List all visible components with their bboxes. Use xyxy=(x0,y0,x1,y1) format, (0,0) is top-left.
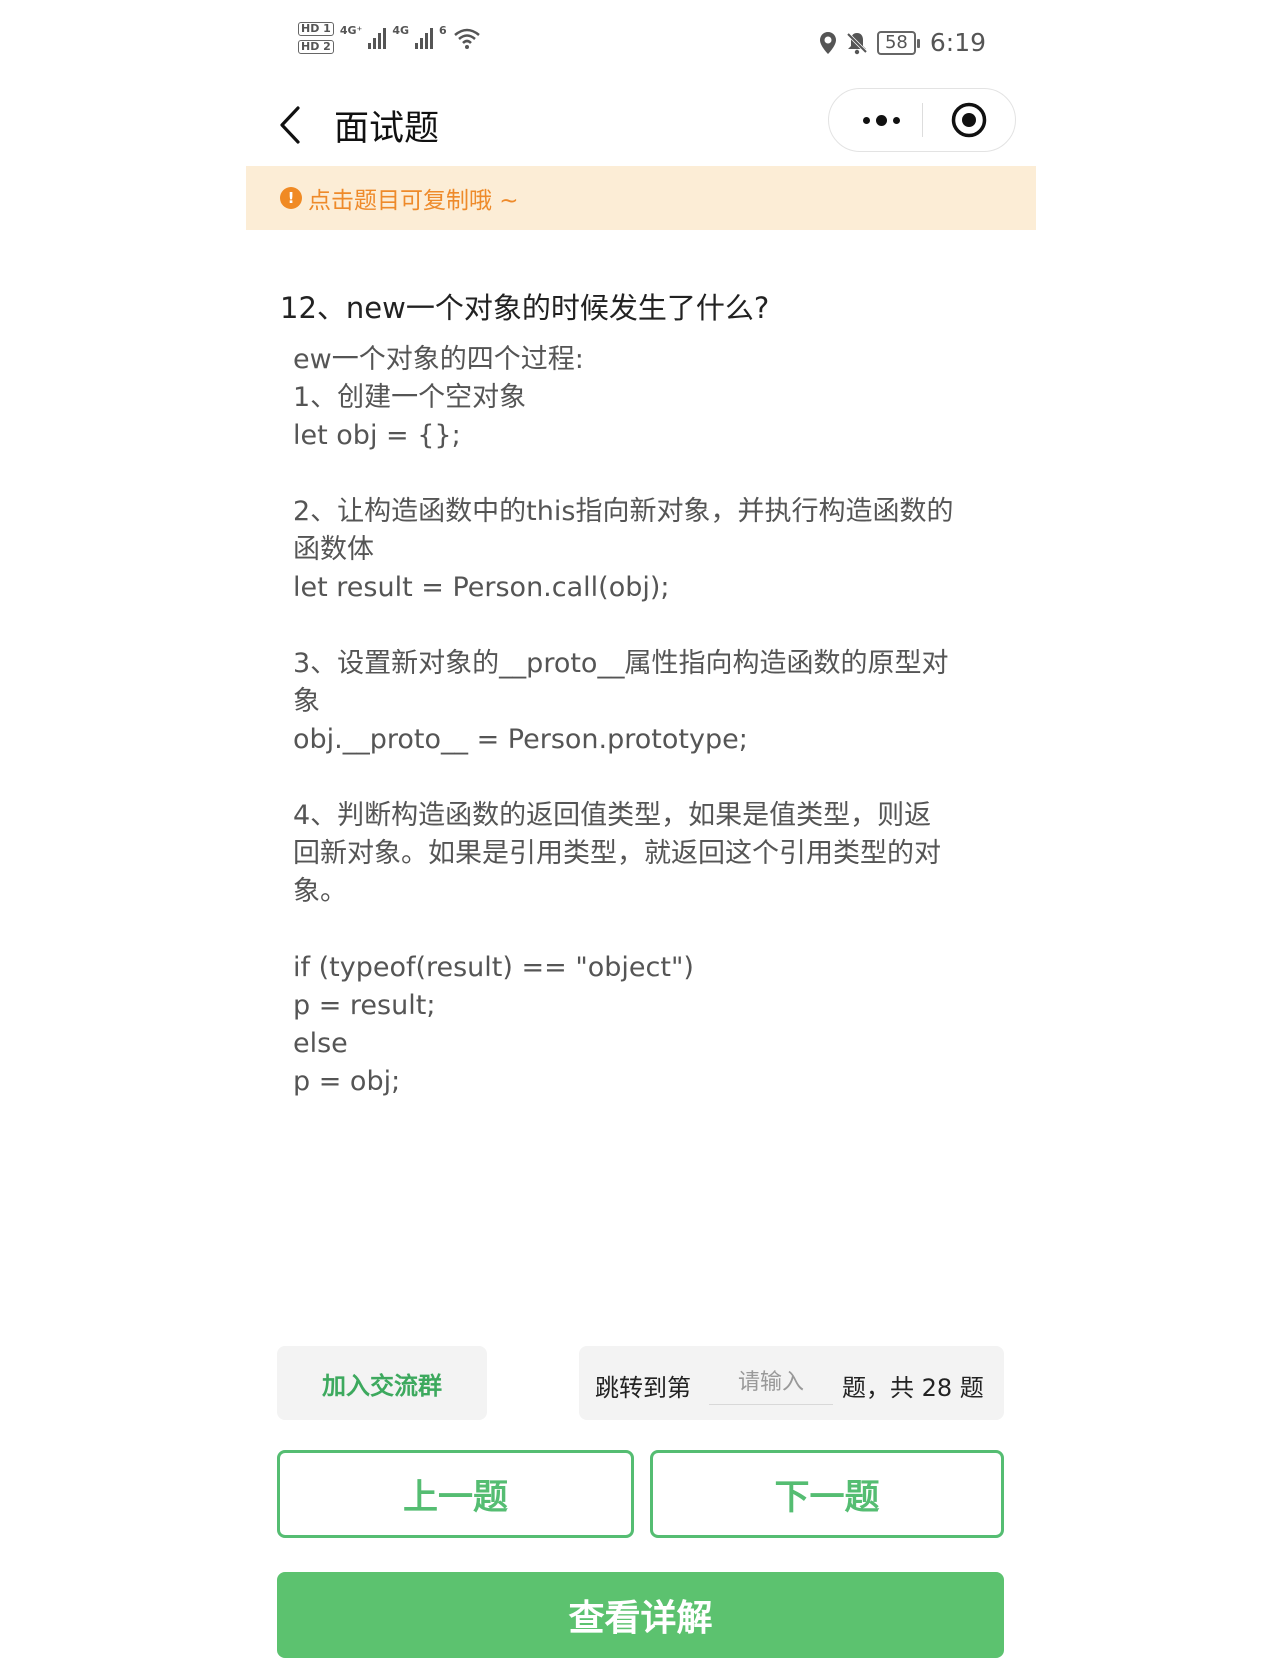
target-close-icon[interactable] xyxy=(939,89,999,151)
answer-line: p = result; xyxy=(293,990,436,1021)
next-question-button[interactable]: 下一题 xyxy=(650,1450,1004,1538)
answer-line xyxy=(293,607,993,645)
answer-line: 函数体 xyxy=(293,534,374,565)
question-number-input[interactable] xyxy=(709,1360,833,1405)
total-questions-label: 题，共 28 题 xyxy=(842,1374,984,1402)
answer-line: p = obj; xyxy=(293,1066,401,1097)
wifi-icon xyxy=(453,28,480,49)
answer-content: ew一个对象的四个过程: 1、创建一个空对象 let obj = {}; 2、让构造函… xyxy=(293,341,993,1101)
location-pin-icon xyxy=(819,31,836,54)
nav-bar: 面试题 xyxy=(246,86,1036,166)
answer-line: let obj = {}; xyxy=(293,420,461,451)
answer-line: else xyxy=(293,1028,348,1059)
chevron-left-icon[interactable] xyxy=(272,102,312,148)
answer-line: let result = Person.call(obj); xyxy=(293,572,670,603)
answer-line: 4、判断构造函数的返回值类型，如果是值类型，则返 xyxy=(293,800,932,831)
answer-line: 回新对象。如果是引用类型，就返回这个引用类型的对 xyxy=(293,838,941,869)
network-type-2: 4G xyxy=(392,23,410,37)
answer-line: 象 xyxy=(293,686,320,717)
capsule-divider xyxy=(922,103,923,137)
answer-line: 象。 xyxy=(293,876,347,907)
phone-screen: HD 1 HD 2 4G⁺ 4G 6 58 6:19 面试题 ! 点击题目可复制… xyxy=(246,0,1036,1677)
view-explanation-button[interactable]: 查看详解 xyxy=(277,1572,1004,1658)
join-group-button[interactable]: 加入交流群 xyxy=(277,1346,487,1420)
copy-tip-text: 点击题目可复制哦 ~ xyxy=(308,188,519,214)
answer-line: 3、设置新对象的__proto__属性指向构造函数的原型对 xyxy=(293,648,949,679)
bell-off-icon xyxy=(846,32,868,54)
answer-line xyxy=(293,455,993,493)
battery-level: 58 xyxy=(876,30,920,55)
clock: 6:19 xyxy=(929,28,986,57)
answer-line: 1、创建一个空对象 xyxy=(293,382,527,413)
more-dots-icon[interactable] xyxy=(851,89,911,151)
status-bar: HD 1 HD 2 4G⁺ 4G 6 58 6:19 xyxy=(246,0,1036,86)
jump-prefix-label: 跳转到第 xyxy=(595,1374,691,1402)
status-left: HD 1 HD 2 4G⁺ 4G 6 xyxy=(298,22,481,54)
answer-line: obj.__proto__ = Person.prototype; xyxy=(293,724,748,755)
answer-line xyxy=(293,759,993,797)
sim-indicators: HD 1 HD 2 xyxy=(298,22,334,54)
signal-bars-icon xyxy=(415,27,434,49)
mini-program-capsule xyxy=(828,88,1016,152)
question-title[interactable]: 12、new一个对象的时候发生了什么? xyxy=(280,285,769,327)
network-type-1: 4G⁺ xyxy=(339,23,363,37)
answer-line: ew一个对象的四个过程: xyxy=(293,344,584,375)
info-icon: ! xyxy=(280,187,302,209)
answer-line xyxy=(293,911,993,949)
jump-to-question: 跳转到第 题，共 28 题 xyxy=(579,1346,1004,1420)
page-title: 面试题 xyxy=(334,109,440,149)
wifi-tag: 6 xyxy=(439,23,447,37)
answer-line: if (typeof(result) == "object") xyxy=(293,952,694,983)
signal-bars-icon xyxy=(368,27,387,49)
answer-line: 2、让构造函数中的this指向新对象，并执行构造函数的 xyxy=(293,496,954,527)
prev-question-button[interactable]: 上一题 xyxy=(277,1450,634,1538)
sim1-badge: HD 1 xyxy=(298,22,334,36)
status-right: 58 6:19 xyxy=(819,28,986,57)
copy-tip-banner: ! 点击题目可复制哦 ~ xyxy=(246,166,1036,230)
sim2-badge: HD 2 xyxy=(298,40,334,54)
